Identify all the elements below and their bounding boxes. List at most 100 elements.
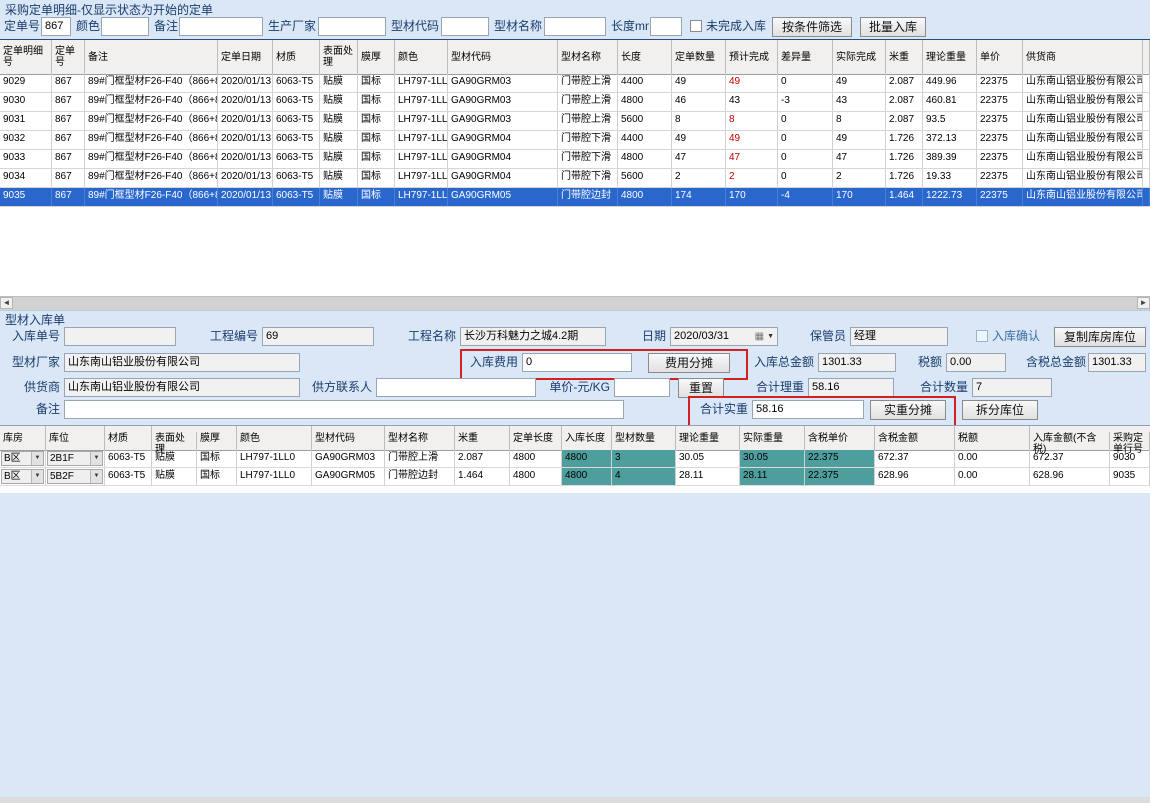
warehouse-combo[interactable]: B区▼ bbox=[1, 469, 44, 484]
cell: 6063-T5 bbox=[273, 169, 320, 187]
unfinished-checkbox[interactable] bbox=[690, 20, 702, 32]
chevron-down-icon[interactable]: ▼ bbox=[31, 452, 43, 465]
cell[interactable]: B区▼ bbox=[0, 450, 46, 467]
filter-input[interactable] bbox=[179, 17, 263, 36]
chevron-down-icon[interactable]: ▼ bbox=[90, 452, 102, 465]
cell: 43 bbox=[726, 93, 778, 111]
cell: 2.087 bbox=[886, 93, 923, 111]
filter-label: 型材名称 bbox=[494, 17, 542, 36]
cell: 19.33 bbox=[923, 169, 977, 187]
cell: 4 bbox=[612, 468, 676, 485]
table-row[interactable]: 902986789#门框型材F26-F40（866+867）2020/01/13… bbox=[0, 74, 1150, 93]
filter-label: 长度mm bbox=[611, 17, 649, 36]
cell: 672.37 bbox=[1030, 450, 1110, 467]
column-header: 材质 bbox=[105, 426, 152, 450]
cell: 2020/01/13 bbox=[218, 93, 273, 111]
cell: 国标 bbox=[358, 93, 395, 111]
inbound-no-field[interactable] bbox=[64, 327, 176, 346]
table-row[interactable]: 903486789#门框型材F26-F40（866+867）2020/01/13… bbox=[0, 169, 1150, 188]
batch-inbound-button[interactable]: 批量入库 bbox=[860, 17, 926, 37]
cell: 1.464 bbox=[455, 468, 510, 485]
cell: 22375 bbox=[977, 74, 1023, 92]
cell: 贴膜 bbox=[320, 93, 358, 111]
total-qty-field[interactable]: 7 bbox=[972, 378, 1052, 397]
supplier-contact-field[interactable] bbox=[376, 378, 536, 397]
filter-input[interactable]: 867 bbox=[41, 17, 71, 36]
chevron-down-icon[interactable]: ▼ bbox=[31, 470, 43, 483]
warehouse-combo[interactable]: B区▼ bbox=[1, 451, 44, 466]
cell[interactable]: B区▼ bbox=[0, 468, 46, 485]
table-row[interactable]: 903286789#门框型材F26-F40（866+867）2020/01/13… bbox=[0, 131, 1150, 150]
cell: 93.5 bbox=[923, 112, 977, 130]
copy-warehouse-location-button[interactable]: 复制库房库位 bbox=[1054, 327, 1146, 347]
profile-maker-field[interactable]: 山东南山铝业股份有限公司 bbox=[64, 353, 300, 372]
supplier-field[interactable]: 山东南山铝业股份有限公司 bbox=[64, 378, 300, 397]
combo-value: 5B2F bbox=[48, 470, 90, 483]
filter-input[interactable] bbox=[101, 17, 149, 36]
filter-input[interactable] bbox=[441, 17, 489, 36]
cell: 22375 bbox=[977, 188, 1023, 206]
table-row[interactable]: 903586789#门框型材F26-F40（866+867）2020/01/13… bbox=[0, 188, 1150, 207]
fee-allocate-button[interactable]: 费用分摊 bbox=[648, 353, 730, 373]
project-name-label: 工程名称 bbox=[404, 327, 456, 346]
table-row[interactable]: B区▼5B2F▼6063-T5贴膜国标LH797-1LL0GA90GRM05门带… bbox=[0, 468, 1150, 486]
cell: 22.375 bbox=[805, 468, 875, 485]
unit-price-field[interactable] bbox=[614, 378, 670, 397]
cell: 0 bbox=[778, 150, 833, 168]
inbound-total-field[interactable]: 1301.33 bbox=[818, 353, 896, 372]
cell: 8 bbox=[672, 112, 726, 130]
cell: 山东南山铝业股份有限公司 bbox=[1023, 131, 1143, 149]
inbound-confirm-checkbox[interactable] bbox=[976, 330, 988, 342]
total-actual-weight-field[interactable]: 58.16 bbox=[752, 400, 864, 419]
keeper-field[interactable]: 经理 bbox=[850, 327, 948, 346]
cell: 9030 bbox=[0, 93, 52, 111]
cell: 国标 bbox=[197, 450, 237, 467]
column-header bbox=[1143, 40, 1150, 74]
actual-weight-allocate-button[interactable]: 实重分摊 bbox=[870, 400, 946, 420]
cell: LH797-1LL0 bbox=[395, 112, 448, 130]
cell: 89#门框型材F26-F40（866+867） bbox=[85, 169, 218, 187]
cell[interactable]: 2B1F▼ bbox=[46, 450, 105, 467]
project-no-field[interactable]: 69 bbox=[262, 327, 374, 346]
cell: 贴膜 bbox=[320, 131, 358, 149]
remark-label: 备注 bbox=[30, 400, 60, 419]
location-combo[interactable]: 5B2F▼ bbox=[47, 469, 103, 484]
purchase-order-table: 定单明细号定单号备注定单日期材质表面处理膜厚颜色型材代码型材名称长度定单数量预计… bbox=[0, 39, 1150, 310]
remark-field[interactable] bbox=[64, 400, 624, 419]
cell: 贴膜 bbox=[320, 150, 358, 168]
chevron-down-icon[interactable]: ▼ bbox=[90, 470, 102, 483]
column-header: 定单长度 bbox=[510, 426, 562, 450]
inbound-fee-field[interactable]: 0 bbox=[522, 353, 632, 372]
scroll-right-icon[interactable]: ► bbox=[1137, 297, 1150, 309]
horizontal-scrollbar[interactable]: ◄ ► bbox=[0, 296, 1150, 310]
chevron-down-icon[interactable]: ▼ bbox=[767, 328, 774, 345]
table-row[interactable]: B区▼2B1F▼6063-T5贴膜国标LH797-1LL0GA90GRM03门带… bbox=[0, 450, 1150, 468]
tax-field[interactable]: 0.00 bbox=[946, 353, 1006, 372]
cell bbox=[1143, 188, 1150, 206]
cell: LH797-1LL0 bbox=[395, 169, 448, 187]
column-header: 差异量 bbox=[778, 40, 833, 74]
split-location-button[interactable]: 拆分库位 bbox=[962, 400, 1038, 420]
filter-input[interactable] bbox=[650, 17, 682, 36]
calendar-icon: ▦ bbox=[755, 328, 764, 345]
cell: 2020/01/13 bbox=[218, 112, 273, 130]
date-picker[interactable]: 2020/03/31 ▦ ▼ bbox=[670, 327, 778, 346]
project-name-field[interactable]: 长沙万科魅力之城4.2期 bbox=[460, 327, 606, 346]
filter-input[interactable] bbox=[544, 17, 606, 36]
cell: 国标 bbox=[358, 150, 395, 168]
location-combo[interactable]: 2B1F▼ bbox=[47, 451, 103, 466]
total-with-tax-field[interactable]: 1301.33 bbox=[1088, 353, 1146, 372]
table-row[interactable]: 903186789#门框型材F26-F40（866+867）2020/01/13… bbox=[0, 112, 1150, 131]
cell: 49 bbox=[672, 74, 726, 92]
total-theoretical-weight-field[interactable]: 58.16 bbox=[808, 378, 894, 397]
filter-by-condition-button[interactable]: 按条件筛选 bbox=[772, 17, 852, 37]
scroll-left-icon[interactable]: ◄ bbox=[0, 297, 13, 309]
cell[interactable]: 5B2F▼ bbox=[46, 468, 105, 485]
filter-input[interactable] bbox=[318, 17, 386, 36]
table-row[interactable]: 903086789#门框型材F26-F40（866+867）2020/01/13… bbox=[0, 93, 1150, 112]
cell: 47 bbox=[672, 150, 726, 168]
table-row[interactable]: 903386789#门框型材F26-F40（866+867）2020/01/13… bbox=[0, 150, 1150, 169]
column-header: 膜厚 bbox=[358, 40, 395, 74]
cell: 贴膜 bbox=[152, 468, 197, 485]
reset-button[interactable]: 重置 bbox=[678, 378, 724, 398]
